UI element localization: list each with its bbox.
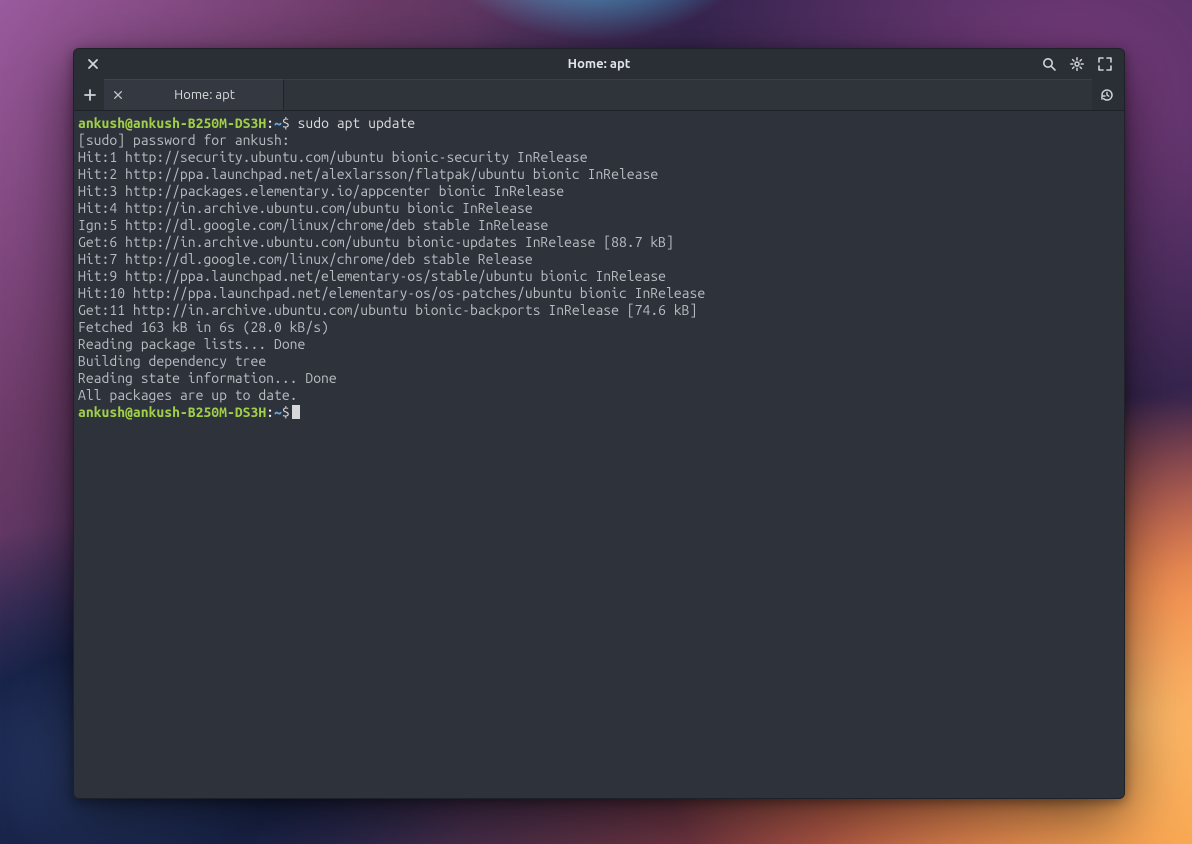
window-title: Home: apt	[74, 57, 1124, 71]
tab-label: Home: apt	[134, 88, 275, 102]
tab-home-apt[interactable]: Home: apt	[104, 79, 284, 110]
tabbar: Home: apt	[74, 79, 1124, 111]
terminal-window: Home: apt Home: apt ankus	[73, 48, 1125, 799]
maximize-icon[interactable]	[1092, 51, 1118, 77]
tab-close-icon[interactable]	[108, 85, 128, 105]
titlebar[interactable]: Home: apt	[74, 49, 1124, 79]
gear-icon[interactable]	[1064, 51, 1090, 77]
terminal-cursor	[292, 405, 300, 419]
new-tab-button[interactable]	[77, 82, 103, 108]
tabbar-spacer	[284, 79, 1092, 110]
window-close-button[interactable]	[80, 51, 106, 77]
search-icon[interactable]	[1036, 51, 1062, 77]
history-icon[interactable]	[1094, 82, 1120, 108]
terminal-content[interactable]: ankush@ankush-B250M-DS3H:~$ sudo apt upd…	[74, 115, 1124, 421]
terminal-viewport[interactable]: ankush@ankush-B250M-DS3H:~$ sudo apt upd…	[74, 111, 1124, 798]
